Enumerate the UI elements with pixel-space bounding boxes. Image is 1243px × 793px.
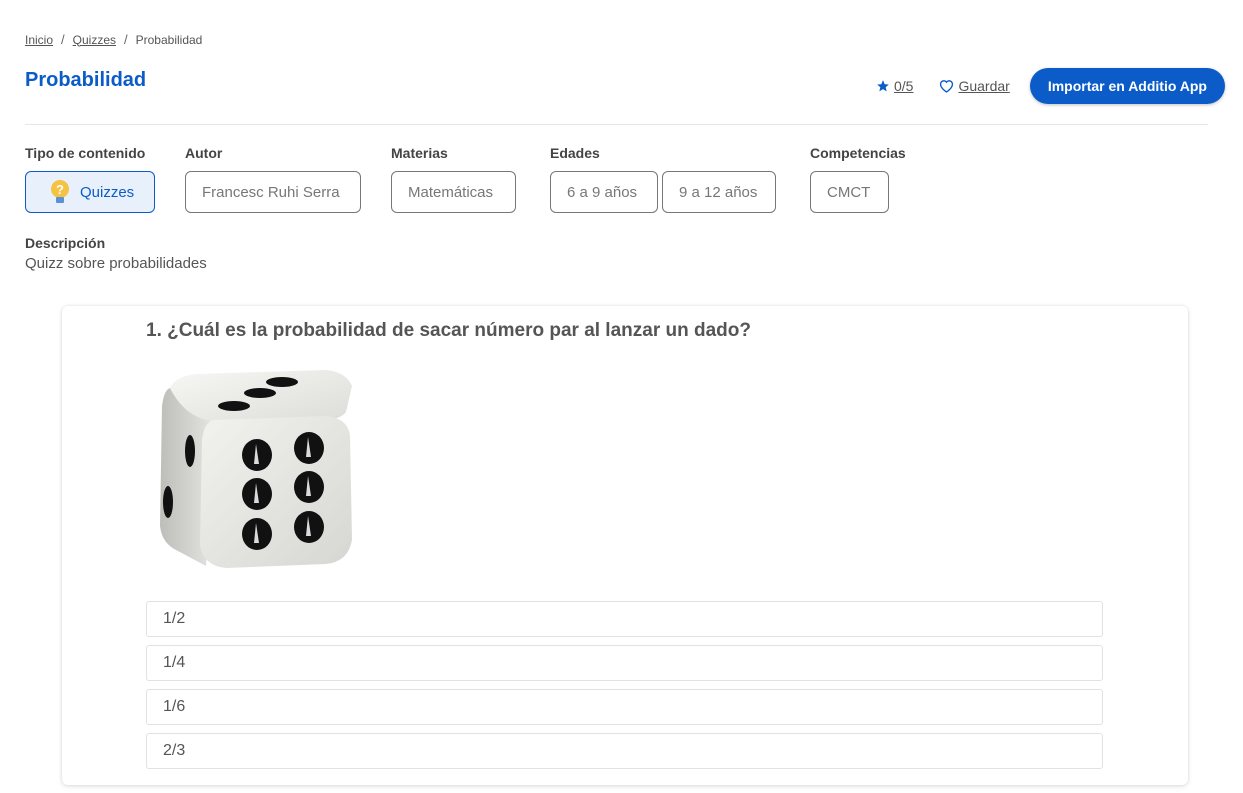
meta-label: Autor <box>185 145 223 161</box>
rating[interactable]: 0/5 <box>876 78 913 94</box>
quiz-card: 1. ¿Cuál es la probabilidad de sacar núm… <box>62 306 1188 785</box>
breadcrumb: Inicio / Quizzes / Probabilidad <box>25 32 202 47</box>
page: Inicio / Quizzes / Probabilidad Probabil… <box>0 0 1243 793</box>
subject-chip[interactable]: Matemáticas <box>391 171 516 213</box>
description-label: Descripción <box>25 235 106 251</box>
question-text: 1. ¿Cuál es la probabilidad de sacar núm… <box>146 320 751 341</box>
divider <box>25 124 1208 125</box>
breadcrumb-separator: / <box>61 32 65 47</box>
header-actions: 0/5 Guardar Importar en Additio App <box>876 68 1225 104</box>
svg-text:?: ? <box>56 182 64 197</box>
meta-author: Autor Francesc Ruhi Serra <box>185 145 365 213</box>
rating-value: 0/5 <box>893 78 914 94</box>
heart-icon <box>940 80 954 93</box>
age-chip[interactable]: 6 a 9 años <box>550 171 658 213</box>
author-chip[interactable]: Francesc Ruhi Serra <box>185 171 361 213</box>
content-type-value: Quizzes <box>80 183 135 201</box>
breadcrumb-link-quizzes[interactable]: Quizzes <box>73 33 116 47</box>
save-label: Guardar <box>958 78 1010 94</box>
description-text: Quizz sobre probabilidades <box>25 255 207 272</box>
meta-competencies: Competencias CMCT <box>810 145 906 213</box>
breadcrumb-current: Probabilidad <box>135 32 203 47</box>
save-button[interactable]: Guardar <box>939 78 1010 94</box>
meta-content-type: Tipo de contenido ? Quizzes <box>25 145 159 213</box>
lightbulb-icon: ? <box>51 180 69 203</box>
meta-label: Materias <box>391 145 448 161</box>
dice-image <box>156 366 356 571</box>
breadcrumb-link-inicio[interactable]: Inicio <box>25 33 53 47</box>
meta-label: Tipo de contenido <box>25 145 146 161</box>
age-chip[interactable]: 9 a 12 años <box>662 171 776 213</box>
meta-label: Edades <box>550 145 600 161</box>
meta-subjects: Materias Matemáticas <box>391 145 520 213</box>
star-icon <box>877 80 889 92</box>
answer-option[interactable]: 1/2 <box>146 601 1103 637</box>
answer-option[interactable]: 1/4 <box>146 645 1103 681</box>
meta-ages: Edades 6 a 9 años 9 a 12 años <box>550 145 780 213</box>
import-button[interactable]: Importar en Additio App <box>1029 68 1225 104</box>
answer-list: 1/2 1/4 1/6 2/3 <box>146 601 1103 777</box>
competency-chip[interactable]: CMCT <box>810 171 889 213</box>
meta-label: Competencias <box>810 145 906 161</box>
breadcrumb-separator: / <box>124 32 128 47</box>
answer-option[interactable]: 2/3 <box>146 733 1103 769</box>
page-title: Probabilidad <box>25 69 147 91</box>
content-type-chip[interactable]: ? Quizzes <box>25 171 155 213</box>
answer-option[interactable]: 1/6 <box>146 689 1103 725</box>
